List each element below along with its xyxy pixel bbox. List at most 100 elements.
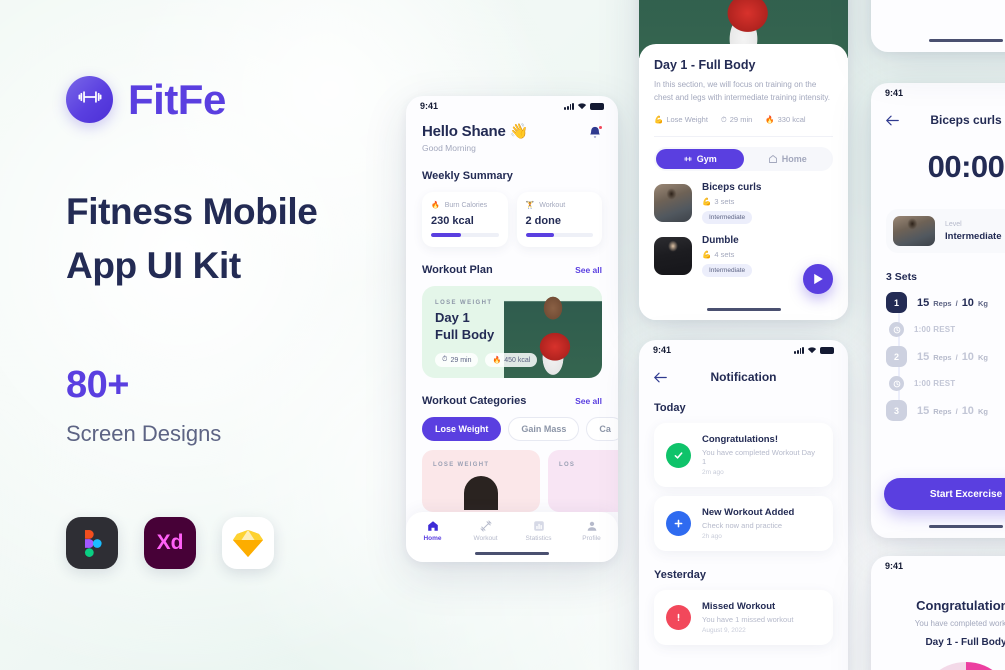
start-exercise-button[interactable]: Start Excercise bbox=[884, 478, 1005, 510]
summary-card-calories[interactable]: 🔥 Burn Calories 230 kcal bbox=[422, 192, 508, 247]
set-detail: 15 Reps / 10 Kg bbox=[917, 405, 988, 417]
exercise-sets: 💪 4 sets bbox=[702, 250, 752, 259]
plan-kicker: LOSE WEIGHT bbox=[435, 300, 493, 306]
home-indicator bbox=[929, 524, 1003, 528]
dumbbell-icon bbox=[684, 156, 692, 162]
dumbbell-icon bbox=[480, 520, 491, 532]
segment-gym[interactable]: Gym bbox=[656, 148, 744, 169]
category-pill-gain-mass[interactable]: Gain Mass bbox=[508, 417, 580, 441]
check-circle-icon bbox=[666, 442, 691, 468]
rest-text: 1:00 REST bbox=[914, 379, 956, 388]
page-title: Notification bbox=[710, 370, 777, 384]
category-card-row: LOSE WEIGHT LOS bbox=[422, 450, 618, 512]
arrow-left-icon[interactable] bbox=[886, 115, 899, 126]
category-card-lose-weight[interactable]: LOSE WEIGHT bbox=[422, 450, 540, 512]
tab-label: Home bbox=[423, 535, 442, 542]
meta-text: 29 min bbox=[729, 115, 753, 125]
notification-description: You have completed Workout Day 1 bbox=[702, 448, 815, 466]
exercise-row[interactable]: Biceps curls 💪 3 sets Intermediate bbox=[654, 182, 833, 224]
set-weight-unit: Kg bbox=[977, 352, 988, 362]
tab-statistics[interactable]: Statistics bbox=[512, 520, 565, 542]
set-row[interactable]: 1 15 Reps / 10 Kg bbox=[886, 292, 1005, 313]
phone-notification-screen: 9:41 Notification Today Congratulations!… bbox=[639, 340, 848, 670]
muscle-icon: 💪 bbox=[654, 115, 664, 125]
set-number: 2 bbox=[886, 346, 907, 367]
dumbbell-icon bbox=[77, 84, 103, 115]
sketch-icon bbox=[222, 517, 274, 570]
workout-plan-header: Workout Plan See all bbox=[422, 264, 602, 276]
wifi-icon bbox=[807, 347, 817, 354]
category-pill-partial[interactable]: Ca bbox=[586, 417, 618, 441]
category-pill-lose-weight[interactable]: Lose Weight bbox=[422, 417, 502, 441]
level-card: Level Intermediate bbox=[886, 209, 1005, 253]
notification-item[interactable]: Missed Workout You have 1 missed workout… bbox=[654, 590, 833, 645]
set-reps: 15 bbox=[917, 350, 930, 363]
status-time: 9:41 bbox=[885, 88, 904, 98]
phone-next-workout-screen: Biceps curls Next Workout bbox=[871, 0, 1005, 52]
exercise-thumbnail bbox=[654, 183, 692, 222]
tab-home[interactable]: Home bbox=[406, 520, 459, 542]
notification-bell-button[interactable] bbox=[588, 125, 603, 146]
brand-logo-badge bbox=[66, 76, 113, 123]
set-separator: / bbox=[955, 352, 958, 362]
summary-label: Burn Calories bbox=[444, 201, 488, 209]
plan-calories-chip: 🔥 450 kcal bbox=[485, 353, 538, 367]
notification-item[interactable]: New Workout Added Check now and practice… bbox=[654, 496, 833, 551]
progress-bar bbox=[525, 233, 593, 237]
wifi-icon bbox=[577, 103, 587, 110]
tab-profile[interactable]: Profile bbox=[565, 520, 618, 542]
home-indicator bbox=[929, 38, 1003, 42]
detail-description: In this section, we will focus on traini… bbox=[654, 80, 830, 102]
set-separator: / bbox=[955, 298, 958, 308]
exercise-name: Biceps curls bbox=[702, 181, 762, 193]
summary-card-workout[interactable]: 🏋️ Workout 2 done bbox=[516, 192, 602, 247]
play-button[interactable] bbox=[803, 264, 833, 294]
notification-nav-bar: Notification bbox=[639, 360, 848, 384]
set-row[interactable]: 2 15 Reps / 10 Kg bbox=[886, 346, 1005, 367]
workout-plan-card[interactable]: LOSE WEIGHT Day 1 Full Body ⏱ 29 min 🔥 4… bbox=[422, 286, 602, 378]
categories-see-all-link[interactable]: See all bbox=[575, 396, 602, 406]
rest-text: 1:00 REST bbox=[914, 325, 956, 334]
segment-home[interactable]: Home bbox=[744, 149, 832, 169]
sets-heading: 3 Sets bbox=[886, 271, 917, 283]
set-row[interactable]: 3 15 Reps / 10 Kg bbox=[886, 400, 1005, 421]
page-title: Biceps curls bbox=[930, 113, 1002, 127]
exercise-sets-text: 3 sets bbox=[714, 196, 735, 206]
chart-bar-icon bbox=[533, 521, 544, 531]
home-icon bbox=[427, 521, 438, 531]
arrow-left-icon[interactable] bbox=[654, 372, 667, 383]
category-card-secondary[interactable]: LOS bbox=[548, 450, 618, 512]
notification-item[interactable]: Congratulations! You have completed Work… bbox=[654, 423, 833, 487]
categories-heading: Workout Categories bbox=[422, 395, 527, 407]
timer-clock: 00:00 bbox=[927, 149, 1005, 184]
tab-workout[interactable]: Workout bbox=[459, 520, 512, 542]
congrats-title: Congratulations bbox=[916, 598, 1005, 613]
exercise-level-badge: Intermediate bbox=[702, 263, 753, 277]
segment-label: Home bbox=[781, 153, 807, 164]
summary-value: 230 kcal bbox=[431, 215, 474, 227]
phone-home-screen: 9:41 Hello Shane 👋 Good Morning Weekly S… bbox=[406, 96, 618, 562]
level-value: Intermediate bbox=[945, 230, 1002, 242]
workout-plan-heading: Workout Plan bbox=[422, 264, 493, 276]
status-time: 9:41 bbox=[653, 345, 672, 355]
screen-count-label: Screen Designs bbox=[66, 421, 222, 447]
battery-icon bbox=[590, 102, 604, 110]
weekly-summary-heading: Weekly Summary bbox=[422, 170, 513, 182]
set-number: 3 bbox=[886, 400, 907, 421]
notification-group-heading: Today bbox=[654, 402, 686, 414]
workout-plan-see-all-link[interactable]: See all bbox=[575, 265, 602, 275]
meta-duration: ⏱ 29 min bbox=[721, 115, 752, 125]
meta-goal: 💪 Lose Weight bbox=[654, 115, 708, 124]
fire-icon: 🔥 bbox=[431, 202, 440, 209]
plus-circle-icon bbox=[666, 511, 691, 536]
set-reps: 15 bbox=[917, 296, 930, 309]
meta-calories: 🔥 330 kcal bbox=[765, 115, 805, 124]
set-number: 1 bbox=[886, 292, 907, 313]
exercise-level-badge: Intermediate bbox=[702, 210, 753, 224]
exercise-thumbnail bbox=[893, 216, 935, 246]
status-icons bbox=[564, 102, 604, 110]
plan-duration: 29 min bbox=[450, 356, 472, 364]
rest-row: 1:00 REST bbox=[886, 322, 1005, 337]
muscle-icon: 💪 bbox=[702, 196, 712, 206]
notification-description: You have 1 missed workout bbox=[702, 615, 794, 624]
